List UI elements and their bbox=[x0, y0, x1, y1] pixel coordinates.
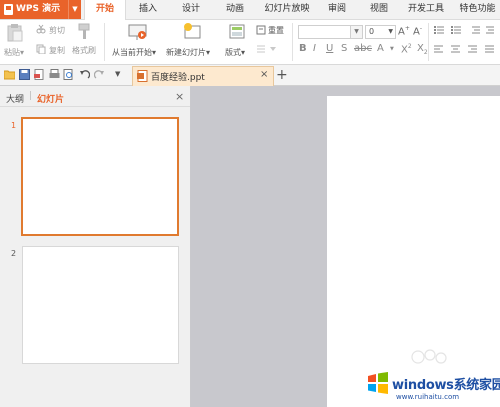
copy-button[interactable]: 复制 bbox=[49, 45, 65, 56]
font-size-value: 0 bbox=[369, 27, 375, 36]
close-tab-icon[interactable]: × bbox=[260, 69, 268, 80]
layout-icon bbox=[229, 24, 245, 39]
strikethrough-button[interactable]: abc bbox=[354, 43, 372, 54]
tab-view[interactable]: 视图 bbox=[364, 0, 394, 19]
app-title: WPS 演示 bbox=[16, 4, 61, 14]
font-color-dropdown[interactable]: ▼ bbox=[390, 46, 394, 52]
document-filename: 百度经验.ppt bbox=[151, 73, 205, 83]
superscript-button[interactable]: X2 bbox=[401, 43, 412, 55]
ribbon-divider bbox=[292, 23, 293, 61]
wps-logo-icon bbox=[4, 4, 13, 15]
tab-slides[interactable]: 幻灯片 bbox=[37, 92, 64, 105]
tab-features[interactable]: 特色功能 bbox=[455, 0, 500, 19]
undo-icon[interactable] bbox=[79, 69, 90, 80]
tab-slideshow[interactable]: 幻灯片放映 bbox=[261, 0, 313, 19]
save-icon[interactable] bbox=[19, 69, 30, 80]
tab-review[interactable]: 审阅 bbox=[322, 0, 352, 19]
font-name-dropdown[interactable]: ▼ bbox=[350, 25, 363, 39]
copy-icon bbox=[36, 44, 46, 54]
document-tab[interactable]: 百度经验.ppt × bbox=[132, 66, 274, 86]
open-folder-icon[interactable] bbox=[4, 69, 15, 80]
scissors-icon bbox=[36, 24, 46, 34]
close-pane-icon[interactable]: × bbox=[175, 90, 184, 103]
paste-icon bbox=[7, 24, 23, 42]
tab-design[interactable]: 设计 bbox=[174, 0, 208, 19]
ribbon-divider bbox=[428, 23, 429, 61]
layout-button[interactable]: 版式▾ bbox=[225, 47, 245, 58]
reset-button[interactable]: 重置 bbox=[268, 25, 284, 36]
layout-label: 版式 bbox=[225, 48, 241, 57]
windows-logo-icon bbox=[368, 372, 388, 394]
align-buttons[interactable] bbox=[434, 45, 496, 55]
shadow-button[interactable]: S bbox=[341, 43, 347, 54]
list-buttons[interactable] bbox=[434, 25, 496, 35]
from-current-button[interactable]: 从当前开始▾ bbox=[112, 47, 156, 58]
reset-icon bbox=[256, 25, 266, 35]
tab-insert[interactable]: 插入 bbox=[132, 0, 164, 19]
section-icon bbox=[257, 45, 276, 53]
watermark-url: www.ruihaitu.com bbox=[396, 393, 460, 401]
ribbon-divider bbox=[104, 23, 105, 61]
ppt-file-icon bbox=[137, 70, 148, 82]
new-tab-button[interactable]: + bbox=[276, 66, 288, 84]
new-slide-button[interactable]: 新建幻灯片▾ bbox=[166, 47, 210, 58]
format-painter-icon bbox=[78, 23, 90, 39]
font-size-select[interactable]: 0 ▼ bbox=[365, 25, 396, 39]
paste-button[interactable]: 粘贴▾ bbox=[4, 47, 24, 58]
font-color-button[interactable]: A bbox=[377, 43, 384, 54]
slide-number: 2 bbox=[11, 249, 17, 258]
watermark-shape bbox=[411, 349, 447, 364]
subscript-button[interactable]: X2 bbox=[417, 43, 428, 56]
slide-number: 1 bbox=[11, 121, 17, 130]
slideshow-play-icon bbox=[128, 24, 147, 40]
bold-button[interactable]: B bbox=[299, 43, 307, 54]
cut-button[interactable]: 剪切 bbox=[49, 25, 65, 36]
print-icon[interactable] bbox=[49, 69, 60, 80]
slide-thumbnail[interactable] bbox=[22, 246, 179, 364]
tab-developer[interactable]: 开发工具 bbox=[404, 0, 448, 19]
watermark-brand: windows系统家园 bbox=[392, 378, 500, 393]
new-slide-label: 新建幻灯片 bbox=[166, 48, 206, 57]
export-pdf-icon[interactable] bbox=[34, 69, 45, 80]
tab-outline[interactable]: 大纲 bbox=[6, 92, 24, 105]
tab-animation[interactable]: 动画 bbox=[218, 0, 252, 19]
app-menu-button[interactable]: WPS 演示 bbox=[0, 0, 68, 19]
redo-icon[interactable] bbox=[94, 69, 105, 80]
from-current-label: 从当前开始 bbox=[112, 48, 152, 57]
print-preview-icon[interactable] bbox=[63, 69, 74, 80]
customize-toolbar-dropdown[interactable]: ▼ bbox=[115, 70, 120, 78]
pane-tab-divider: | bbox=[29, 91, 33, 101]
italic-button[interactable]: I bbox=[313, 43, 316, 54]
new-slide-icon bbox=[184, 23, 201, 39]
format-painter-button[interactable]: 格式刷 bbox=[72, 45, 96, 56]
app-menu-dropdown[interactable]: ▼ bbox=[68, 0, 81, 19]
slide-thumbnail-selected[interactable] bbox=[21, 117, 179, 236]
paste-label: 粘贴 bbox=[4, 48, 20, 57]
grow-font-button[interactable]: A+ bbox=[398, 25, 410, 37]
tab-home[interactable]: 开始 bbox=[84, 0, 126, 20]
underline-button[interactable]: U bbox=[326, 43, 333, 54]
shrink-font-button[interactable]: A- bbox=[413, 25, 422, 37]
